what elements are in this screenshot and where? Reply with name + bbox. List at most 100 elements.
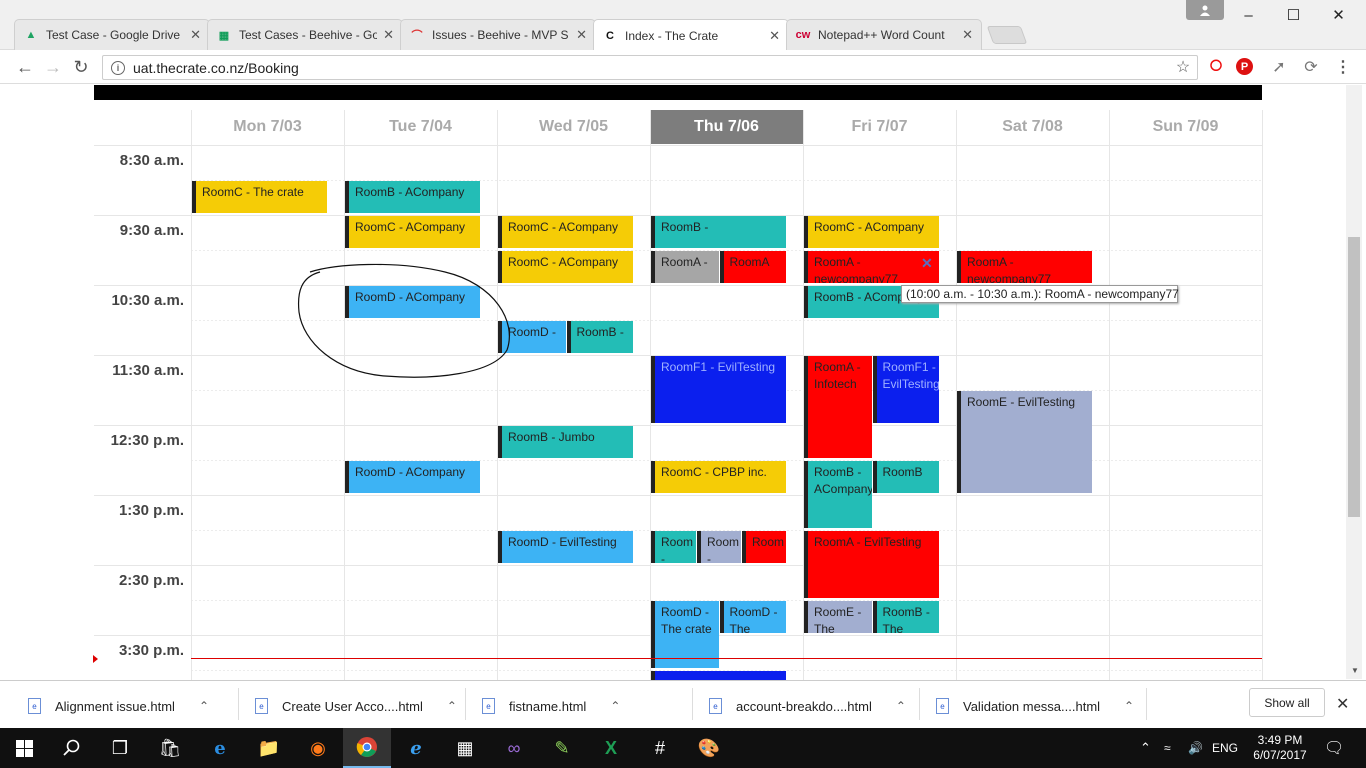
- windows-start-icon[interactable]: [0, 728, 48, 768]
- scrollbar-thumb[interactable]: [1348, 237, 1360, 517]
- notepadpp-icon[interactable]: ✎: [538, 728, 586, 768]
- booking-event[interactable]: Room: [742, 531, 786, 563]
- menu-icon[interactable]: ⋮: [1332, 56, 1354, 78]
- chrome-icon[interactable]: [343, 728, 391, 768]
- booking-event[interactable]: RoomB - ACompany: [345, 181, 480, 213]
- booking-event[interactable]: RoomD - EvilTesting: [498, 531, 633, 563]
- booking-event[interactable]: RoomE - The: [804, 601, 872, 633]
- booking-event[interactable]: Room -: [651, 531, 696, 563]
- pinterest-icon[interactable]: P: [1236, 58, 1253, 75]
- booking-event[interactable]: RoomA: [719, 251, 786, 283]
- download-item[interactable]: e fistname.html ⌃: [482, 682, 620, 730]
- url-text: uat.thecrate.co.nz/Booking: [133, 59, 299, 76]
- clock[interactable]: 3:49 PM 6/07/2017: [1248, 728, 1312, 768]
- language-indicator[interactable]: ENG: [1212, 728, 1238, 768]
- store-icon[interactable]: 🛍: [146, 728, 194, 768]
- booking-event[interactable]: RoomC - ACompany: [804, 216, 939, 248]
- booking-event[interactable]: RoomA - EvilTesting: [804, 531, 939, 598]
- browser-tab[interactable]: ▦ Test Cases - Beehive - Go ✕: [207, 19, 403, 50]
- day-header[interactable]: Thu 7/06: [650, 110, 803, 144]
- close-icon[interactable]: ✕: [921, 255, 933, 272]
- close-tab-icon[interactable]: ✕: [576, 27, 587, 43]
- booking-event[interactable]: RoomA -: [651, 251, 719, 283]
- show-all-downloads-button[interactable]: Show all: [1249, 688, 1325, 717]
- day-header[interactable]: Sun 7/09: [1109, 110, 1262, 144]
- close-tab-icon[interactable]: ✕: [962, 27, 973, 43]
- minimize-button[interactable]: –: [1226, 0, 1271, 30]
- extension-arrow-icon[interactable]: ➚: [1268, 56, 1290, 78]
- booking-event[interactable]: RoomB - The: [872, 601, 939, 633]
- forward-button[interactable]: →: [42, 56, 64, 78]
- booking-event[interactable]: RoomF1 - EvilTesting: [872, 356, 939, 423]
- internet-explorer-icon[interactable]: e: [392, 728, 440, 768]
- download-filename: fistname.html: [509, 698, 587, 714]
- download-item[interactable]: e Alignment issue.html ⌃: [28, 682, 209, 730]
- maximize-button[interactable]: ☐: [1271, 0, 1316, 30]
- back-button[interactable]: ←: [14, 56, 36, 78]
- paint-icon[interactable]: 🎨: [685, 728, 733, 768]
- chevron-up-icon[interactable]: ⌃: [199, 699, 209, 713]
- day-header[interactable]: Mon 7/03: [191, 110, 344, 144]
- close-tab-icon[interactable]: ✕: [190, 27, 201, 43]
- opera-extension-icon[interactable]: ⭘: [1205, 56, 1227, 78]
- scroll-down-arrow-icon[interactable]: ▼: [1351, 666, 1359, 675]
- profile-icon[interactable]: [1186, 0, 1224, 20]
- booking-event[interactable]: RoomB - Jumbo: [498, 426, 633, 458]
- browser-tab[interactable]: ⌒ Issues - Beehive - MVP S ✕: [400, 19, 596, 50]
- new-tab-button[interactable]: [986, 26, 1028, 44]
- booking-event[interactable]: RoomD - The: [719, 601, 786, 633]
- browser-tab[interactable]: C Index - The Crate ✕: [593, 19, 789, 51]
- close-tab-icon[interactable]: ✕: [769, 28, 780, 44]
- chevron-up-icon[interactable]: ⌃: [896, 699, 906, 713]
- booking-event[interactable]: Room -: [697, 531, 741, 563]
- task-view-icon[interactable]: ❐: [96, 728, 144, 768]
- chevron-up-icon[interactable]: ⌃: [1124, 699, 1134, 713]
- download-item[interactable]: e Validation messa....html ⌃: [936, 682, 1134, 730]
- sync-extension-icon[interactable]: ⟳: [1300, 56, 1322, 78]
- address-bar[interactable]: i uat.thecrate.co.nz/Booking: [102, 55, 1198, 80]
- close-downloads-bar-icon[interactable]: ✕: [1336, 694, 1349, 714]
- booking-event[interactable]: RoomC - The crate: [192, 181, 327, 213]
- edge-icon[interactable]: e: [196, 728, 244, 768]
- show-hidden-icons-icon[interactable]: ⌃: [1140, 728, 1151, 768]
- day-header[interactable]: Wed 7/05: [497, 110, 650, 144]
- file-explorer-icon[interactable]: 📁: [245, 728, 293, 768]
- browser-tab[interactable]: cw Notepad++ Word Count ✕: [786, 19, 982, 50]
- booking-event[interactable]: RoomD - ACompany: [345, 461, 480, 493]
- chevron-up-icon[interactable]: ⌃: [447, 699, 457, 713]
- download-filename: account-breakdo....html: [736, 698, 872, 714]
- download-item[interactable]: e Create User Acco....html ⌃: [255, 682, 457, 730]
- calculator-icon[interactable]: ▦: [441, 728, 489, 768]
- close-window-button[interactable]: ✕: [1316, 0, 1361, 30]
- visual-studio-icon[interactable]: ∞: [490, 728, 538, 768]
- search-icon[interactable]: [48, 728, 96, 768]
- booking-event[interactable]: RoomB: [872, 461, 939, 493]
- booking-event[interactable]: RoomE - EvilTesting: [957, 391, 1092, 493]
- close-tab-icon[interactable]: ✕: [383, 27, 394, 43]
- booking-event[interactable]: RoomB - ACompany: [804, 461, 872, 528]
- booking-event[interactable]: RoomA - newcompany77: [957, 251, 1092, 283]
- booking-event[interactable]: RoomC - CPBP inc.: [651, 461, 786, 493]
- booking-event[interactable]: RoomA - Infotech: [804, 356, 872, 458]
- firefox-icon[interactable]: ◉: [294, 728, 342, 768]
- site-info-icon[interactable]: i: [111, 60, 125, 75]
- chevron-up-icon[interactable]: ⌃: [610, 699, 620, 713]
- wifi-icon[interactable]: ≈: [1164, 728, 1171, 768]
- volume-icon[interactable]: 🔊: [1188, 728, 1203, 768]
- day-header[interactable]: Fri 7/07: [803, 110, 956, 144]
- booking-event[interactable]: RoomA - newcompany77: [804, 251, 939, 283]
- booking-event[interactable]: RoomC - ACompany: [345, 216, 480, 248]
- day-header[interactable]: Sat 7/08: [956, 110, 1109, 144]
- excel-icon[interactable]: X: [587, 728, 635, 768]
- booking-event[interactable]: RoomB -: [651, 216, 786, 248]
- browser-tab[interactable]: ▲ Test Case - Google Drive ✕: [14, 19, 210, 50]
- download-item[interactable]: e account-breakdo....html ⌃: [709, 682, 906, 730]
- slack-icon[interactable]: #: [636, 728, 684, 768]
- booking-event[interactable]: RoomC - ACompany: [498, 216, 633, 248]
- reload-button[interactable]: ↻: [70, 56, 92, 78]
- booking-event[interactable]: RoomF1 - EvilTesting: [651, 356, 786, 423]
- bookmark-star-icon[interactable]: ☆: [1172, 56, 1194, 78]
- day-header[interactable]: Tue 7/04: [344, 110, 497, 144]
- action-center-icon[interactable]: 🗨: [1324, 728, 1344, 768]
- booking-event[interactable]: RoomB -: [566, 321, 633, 353]
